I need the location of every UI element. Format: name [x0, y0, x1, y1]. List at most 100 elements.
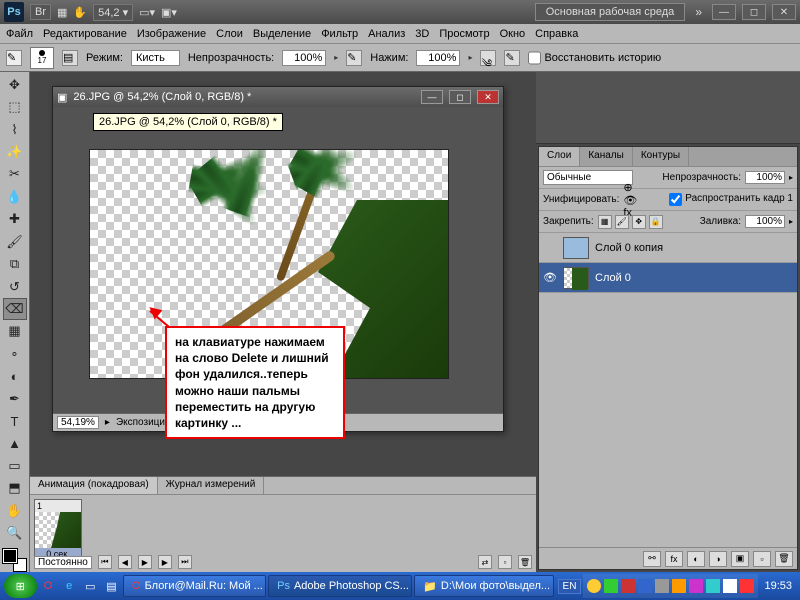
- prev-frame-button[interactable]: ◀: [118, 555, 132, 569]
- tray-icon[interactable]: [638, 579, 652, 593]
- lock-pixels-icon[interactable]: 🖌: [615, 215, 629, 229]
- path-select-tool[interactable]: ▲: [3, 433, 27, 454]
- tool-preset-icon[interactable]: ✎: [6, 50, 22, 66]
- loop-select[interactable]: Постоянно: [34, 556, 92, 569]
- doc-close-button[interactable]: ✕: [477, 90, 499, 104]
- lock-position-icon[interactable]: ✥: [632, 215, 646, 229]
- delete-frame-button[interactable]: 🗑: [518, 555, 532, 569]
- adjustment-layer-button[interactable]: ◑: [709, 551, 727, 567]
- restore-history-checkbox[interactable]: Восстановить историю: [528, 49, 661, 67]
- stamp-tool[interactable]: ⧉: [3, 253, 27, 274]
- screen-mode-icon[interactable]: ▣▾: [161, 6, 177, 19]
- color-swatches[interactable]: [3, 549, 27, 572]
- history-brush-tool[interactable]: ↺: [3, 276, 27, 297]
- tab-paths[interactable]: Контуры: [633, 147, 689, 166]
- taskbar-clock[interactable]: 19:53: [760, 580, 796, 592]
- menu-image[interactable]: Изображение: [137, 28, 206, 40]
- zoom-field[interactable]: 54,2 ▾: [93, 4, 133, 21]
- language-indicator[interactable]: EN: [558, 579, 582, 594]
- tray-icon[interactable]: [604, 579, 618, 593]
- animation-frame[interactable]: 1 0 сек.: [34, 499, 82, 561]
- tray-icon[interactable]: [587, 579, 601, 593]
- pressure-size-icon[interactable]: ✎: [504, 50, 520, 66]
- move-tool[interactable]: ✥: [3, 74, 27, 95]
- layer-opacity-field[interactable]: 100%: [745, 171, 785, 184]
- status-zoom[interactable]: 54,19%: [57, 416, 99, 429]
- layer-mask-button[interactable]: ◐: [687, 551, 705, 567]
- opacity-arrow-icon[interactable]: ▸: [334, 53, 338, 62]
- new-frame-button[interactable]: ▫: [498, 555, 512, 569]
- new-layer-button[interactable]: ▫: [753, 551, 771, 567]
- tray-icon[interactable]: [621, 579, 635, 593]
- next-frame-button[interactable]: ▶: [158, 555, 172, 569]
- zoom-tool[interactable]: 🔍: [3, 522, 27, 543]
- menu-filter[interactable]: Фильтр: [321, 28, 358, 40]
- play-button[interactable]: ▶: [138, 555, 152, 569]
- taskbar-task[interactable]: 📁D:\Мои фото\выдел...: [414, 575, 553, 597]
- view-extras-icon[interactable]: ▦: [57, 6, 67, 19]
- visibility-toggle[interactable]: 👁: [543, 271, 557, 284]
- taskbar-task[interactable]: OБлоги@Mail.Ru: Мой ...: [123, 575, 266, 597]
- dodge-tool[interactable]: ◐: [3, 365, 27, 386]
- doc-maximize-button[interactable]: ◻: [449, 90, 471, 104]
- menu-view[interactable]: Просмотр: [439, 28, 489, 40]
- unify-position-icon[interactable]: ⊕: [623, 181, 637, 194]
- layer-thumbnail[interactable]: [563, 267, 589, 289]
- lock-transparency-icon[interactable]: ▦: [598, 215, 612, 229]
- unify-visibility-icon[interactable]: 👁: [623, 194, 637, 207]
- doc-minimize-button[interactable]: —: [421, 90, 443, 104]
- layer-name[interactable]: Слой 0: [595, 272, 631, 284]
- chevrons-icon[interactable]: »: [691, 5, 706, 19]
- quicklaunch-opera-icon[interactable]: O: [39, 576, 58, 596]
- opacity-chevron-icon[interactable]: ▸: [789, 173, 793, 182]
- start-button[interactable]: ⊞: [4, 574, 37, 598]
- tray-icon[interactable]: [706, 579, 720, 593]
- fill-field[interactable]: 100%: [745, 215, 785, 228]
- taskbar-task[interactable]: PsAdobe Photoshop CS...: [268, 575, 412, 597]
- brush-tool[interactable]: 🖌: [3, 231, 27, 252]
- airbrush-icon[interactable]: ༄: [480, 50, 496, 66]
- close-button[interactable]: ✕: [772, 4, 796, 20]
- tray-icon[interactable]: [689, 579, 703, 593]
- tray-icon[interactable]: [672, 579, 686, 593]
- menu-3d[interactable]: 3D: [415, 28, 429, 40]
- layer-thumbnail[interactable]: [563, 237, 589, 259]
- menu-select[interactable]: Выделение: [253, 28, 311, 40]
- lock-all-icon[interactable]: 🔒: [649, 215, 663, 229]
- fill-chevron-icon[interactable]: ▸: [789, 217, 793, 226]
- tray-icon[interactable]: [740, 579, 754, 593]
- heal-tool[interactable]: ✚: [3, 209, 27, 230]
- bridge-button[interactable]: Br: [30, 4, 51, 20]
- collapsed-panels[interactable]: [536, 72, 800, 144]
- maximize-button[interactable]: ◻: [742, 4, 766, 20]
- propagate-checkbox[interactable]: Распространить кадр 1: [669, 193, 793, 206]
- hand-tool[interactable]: ✋: [3, 500, 27, 521]
- layer-row[interactable]: Слой 0 копия: [539, 233, 797, 263]
- zoom-hand-icon[interactable]: ✋: [73, 6, 87, 19]
- minimize-button[interactable]: —: [712, 4, 736, 20]
- layer-name[interactable]: Слой 0 копия: [595, 242, 663, 254]
- pen-tool[interactable]: ✒: [3, 388, 27, 409]
- system-tray[interactable]: [583, 574, 758, 598]
- tab-animation[interactable]: Анимация (покадровая): [30, 477, 158, 494]
- tray-icon[interactable]: [655, 579, 669, 593]
- menu-edit[interactable]: Редактирование: [43, 28, 127, 40]
- workspace-switcher[interactable]: Основная рабочая среда: [535, 3, 686, 21]
- 3d-tool[interactable]: ⬒: [3, 478, 27, 499]
- arrange-icon[interactable]: ▭▾: [139, 6, 155, 19]
- last-frame-button[interactable]: ⏭: [178, 555, 192, 569]
- pressure-opacity-icon[interactable]: ✎: [346, 50, 362, 66]
- brush-panel-icon[interactable]: ▤: [62, 50, 78, 66]
- opacity-field[interactable]: 100%: [282, 50, 326, 66]
- quicklaunch-ie-icon[interactable]: e: [60, 576, 79, 596]
- layer-style-button[interactable]: fx: [665, 551, 683, 567]
- first-frame-button[interactable]: ⏮: [98, 555, 112, 569]
- type-tool[interactable]: T: [3, 410, 27, 431]
- tray-icon[interactable]: [723, 579, 737, 593]
- tween-button[interactable]: ⇄: [478, 555, 492, 569]
- menu-help[interactable]: Справка: [535, 28, 578, 40]
- menu-file[interactable]: Файл: [6, 28, 33, 40]
- status-arrow-icon[interactable]: ▸: [105, 417, 110, 428]
- document-titlebar[interactable]: ▣ 26.JPG @ 54,2% (Слой 0, RGB/8) * — ◻ ✕: [53, 87, 503, 107]
- tab-layers[interactable]: Слои: [539, 147, 580, 166]
